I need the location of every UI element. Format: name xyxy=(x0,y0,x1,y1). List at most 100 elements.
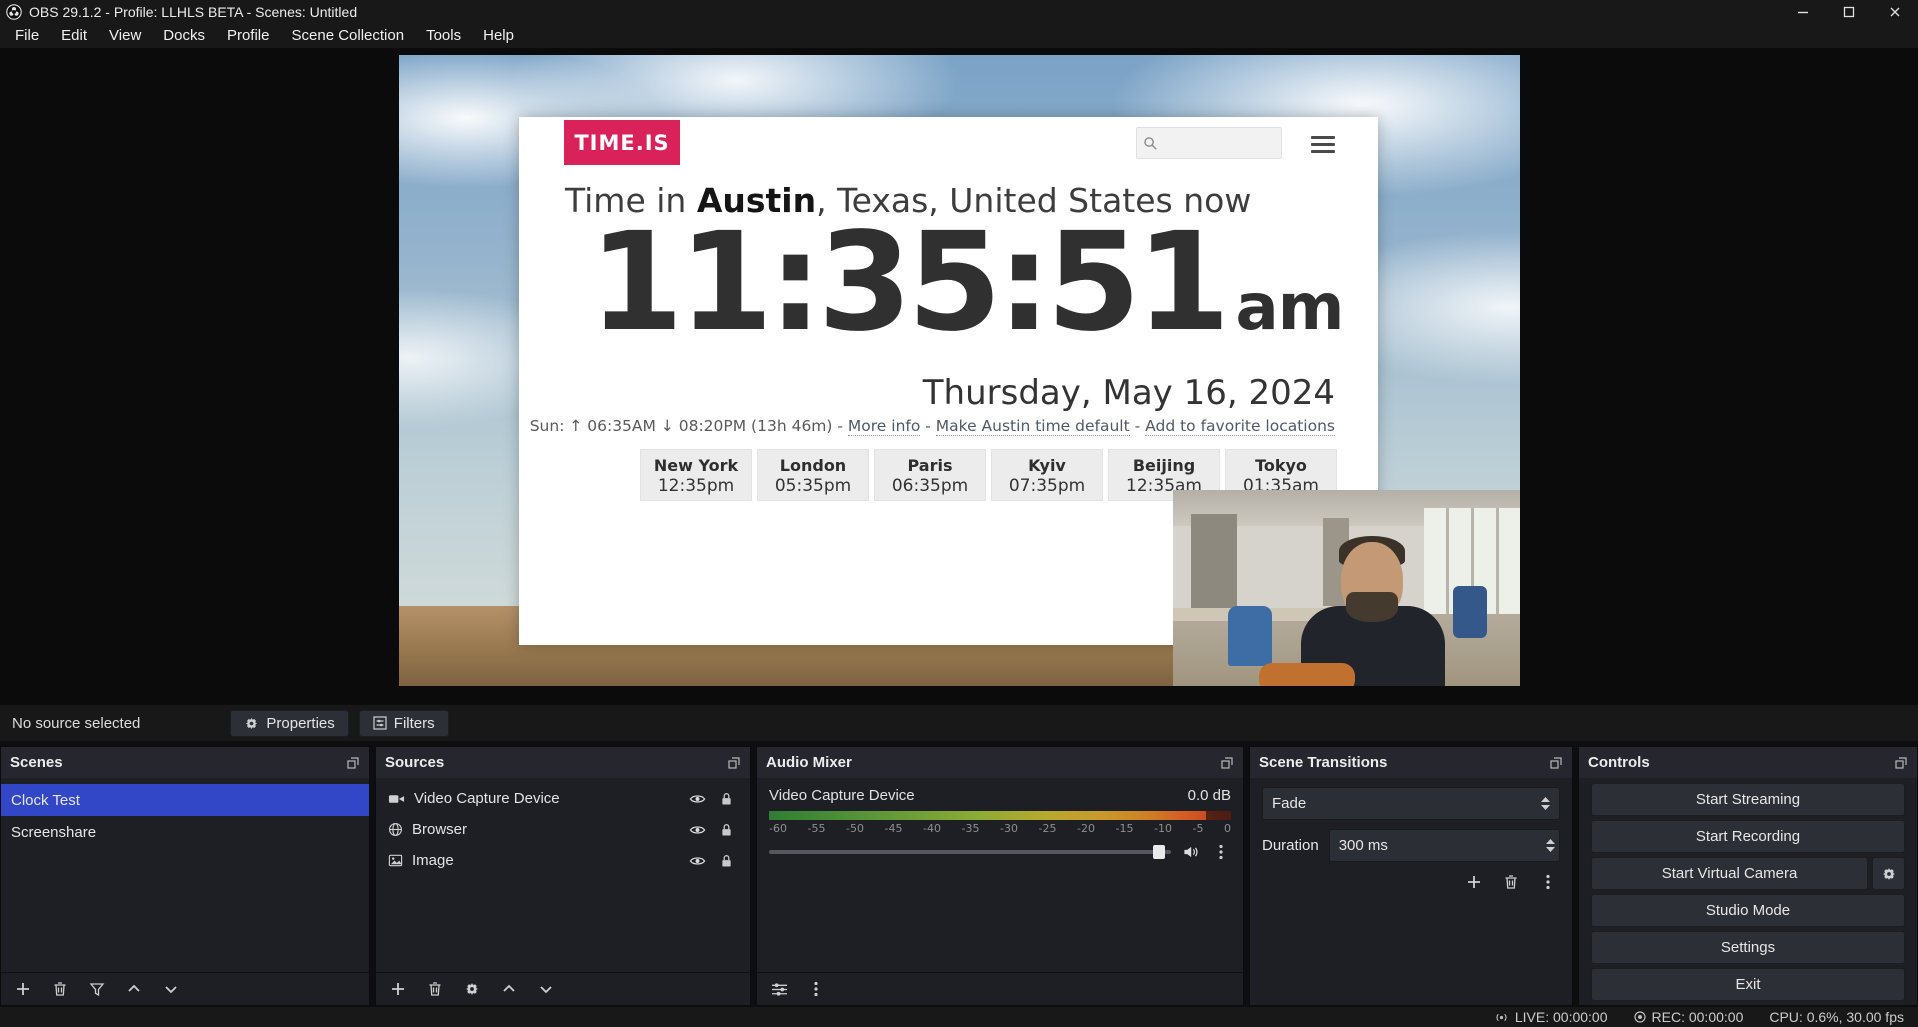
sources-title: Sources xyxy=(385,754,444,771)
scene-item-clock-test[interactable]: Clock Test xyxy=(1,784,369,816)
tick-label: -55 xyxy=(808,822,826,835)
sources-panel: Sources Video Capture Device Browser xyxy=(375,746,751,1006)
source-toolbar: No source selected Properties Filters xyxy=(0,704,1918,741)
camera-icon xyxy=(388,792,405,806)
eye-icon[interactable] xyxy=(687,820,707,840)
transition-selected-value: Fade xyxy=(1272,795,1306,812)
menu-view[interactable]: View xyxy=(98,23,152,48)
sources-panel-header[interactable]: Sources xyxy=(376,747,750,778)
hamburger-menu-icon xyxy=(1311,132,1335,157)
filters-label: Filters xyxy=(394,715,435,732)
sources-list: Video Capture Device Browser Image xyxy=(376,778,750,972)
source-properties-button[interactable] xyxy=(462,979,482,999)
timeis-clock: 11:35:51 am xyxy=(589,212,1343,355)
remove-transition-button[interactable] xyxy=(1501,872,1521,892)
remove-source-button[interactable] xyxy=(425,979,445,999)
webcam-person xyxy=(1291,514,1455,686)
advanced-audio-button[interactable] xyxy=(769,979,789,999)
tick-label: -40 xyxy=(923,822,941,835)
clock-time: 11:35:51 xyxy=(589,212,1226,355)
volume-slider-handle[interactable] xyxy=(1153,845,1165,859)
virtual-camera-settings-button[interactable] xyxy=(1872,857,1905,890)
menu-docks[interactable]: Docks xyxy=(152,23,216,48)
popout-icon[interactable] xyxy=(727,756,741,770)
separator: - xyxy=(925,417,931,435)
menu-edit[interactable]: Edit xyxy=(50,23,98,48)
popout-icon[interactable] xyxy=(1220,756,1234,770)
properties-button[interactable]: Properties xyxy=(230,710,348,737)
exit-button[interactable]: Exit xyxy=(1591,968,1905,1001)
start-virtual-camera-button[interactable]: Start Virtual Camera xyxy=(1591,857,1868,890)
mixer-item-menu-button[interactable] xyxy=(1211,842,1231,862)
mixer-menu-button[interactable] xyxy=(806,979,826,999)
add-scene-button[interactable] xyxy=(13,979,33,999)
scenes-toolbar xyxy=(1,972,369,1005)
more-info-link: More info xyxy=(848,417,920,436)
menu-tools[interactable]: Tools xyxy=(415,23,472,48)
add-transition-button[interactable] xyxy=(1464,872,1484,892)
remove-scene-button[interactable] xyxy=(50,979,70,999)
combo-arrows-icon xyxy=(1541,797,1550,810)
close-button[interactable] xyxy=(1872,0,1918,23)
preview-canvas[interactable]: TIME.IS Time in Austin, Texas, United St… xyxy=(399,55,1520,686)
duration-spinbox[interactable]: 300 ms xyxy=(1329,829,1560,862)
start-recording-button[interactable]: Start Recording xyxy=(1591,820,1905,853)
city-name: Tokyo xyxy=(1226,456,1336,475)
mute-speaker-icon[interactable] xyxy=(1181,842,1201,862)
lock-icon[interactable] xyxy=(716,851,736,871)
menu-help[interactable]: Help xyxy=(472,23,525,48)
move-scene-down-button[interactable] xyxy=(161,979,181,999)
tick-label: -60 xyxy=(769,822,787,835)
popout-icon[interactable] xyxy=(346,756,360,770)
window-title: OBS 29.1.2 - Profile: LLHLS BETA - Scene… xyxy=(29,4,357,20)
status-bar: LIVE: 00:00:00 REC: 00:00:00 CPU: 0.6%, … xyxy=(0,1006,1918,1027)
source-item-browser[interactable]: Browser xyxy=(376,814,750,845)
popout-icon[interactable] xyxy=(1549,756,1563,770)
lock-icon[interactable] xyxy=(716,820,736,840)
move-scene-up-button[interactable] xyxy=(124,979,144,999)
mixer-channel: Video Capture Device 0.0 dB -60 -55 -50 … xyxy=(757,778,1243,972)
obs-logo-icon xyxy=(6,4,22,20)
menu-scene-collection[interactable]: Scene Collection xyxy=(281,23,416,48)
studio-mode-button[interactable]: Studio Mode xyxy=(1591,894,1905,927)
move-source-up-button[interactable] xyxy=(499,979,519,999)
mixer-channel-name: Video Capture Device xyxy=(769,787,915,804)
filters-button[interactable]: Filters xyxy=(359,710,449,737)
tick-label: -25 xyxy=(1039,822,1057,835)
maximize-button[interactable] xyxy=(1826,0,1872,23)
lock-icon[interactable] xyxy=(716,789,736,809)
controls-title: Controls xyxy=(1588,754,1650,771)
spinbox-arrows[interactable] xyxy=(1546,839,1555,852)
controls-header[interactable]: Controls xyxy=(1579,747,1917,778)
start-streaming-button[interactable]: Start Streaming xyxy=(1591,783,1905,816)
settings-button[interactable]: Settings xyxy=(1591,931,1905,964)
add-source-button[interactable] xyxy=(388,979,408,999)
search-icon xyxy=(1143,136,1158,151)
webcam-orange-object xyxy=(1259,663,1355,686)
tick-label: -20 xyxy=(1077,822,1095,835)
scene-item-screenshare[interactable]: Screenshare xyxy=(1,816,369,848)
source-item-image[interactable]: Image xyxy=(376,845,750,876)
webcam-chair xyxy=(1228,606,1272,666)
city-name: New York xyxy=(641,456,751,475)
transition-menu-button[interactable] xyxy=(1538,872,1558,892)
menu-profile[interactable]: Profile xyxy=(216,23,281,48)
minimize-button[interactable] xyxy=(1780,0,1826,23)
scene-filters-button[interactable] xyxy=(87,979,107,999)
menu-file[interactable]: File xyxy=(4,23,50,48)
eye-icon[interactable] xyxy=(687,851,707,871)
scenes-panel-header[interactable]: Scenes xyxy=(1,747,369,778)
timeis-logo: TIME.IS xyxy=(564,120,680,165)
move-source-down-button[interactable] xyxy=(536,979,556,999)
audio-mixer-header[interactable]: Audio Mixer xyxy=(757,747,1243,778)
source-item-video-capture-device[interactable]: Video Capture Device xyxy=(376,783,750,814)
popout-icon[interactable] xyxy=(1894,756,1908,770)
volume-slider[interactable] xyxy=(769,850,1171,854)
eye-icon[interactable] xyxy=(687,789,707,809)
audio-mixer-title: Audio Mixer xyxy=(766,754,852,771)
separator: - xyxy=(1135,417,1141,435)
cpu-fps-text: CPU: 0.6%, 30.00 fps xyxy=(1769,1009,1904,1025)
transition-select[interactable]: Fade xyxy=(1262,787,1560,820)
transitions-header[interactable]: Scene Transitions xyxy=(1250,747,1572,778)
tick-label: 0 xyxy=(1224,822,1231,835)
